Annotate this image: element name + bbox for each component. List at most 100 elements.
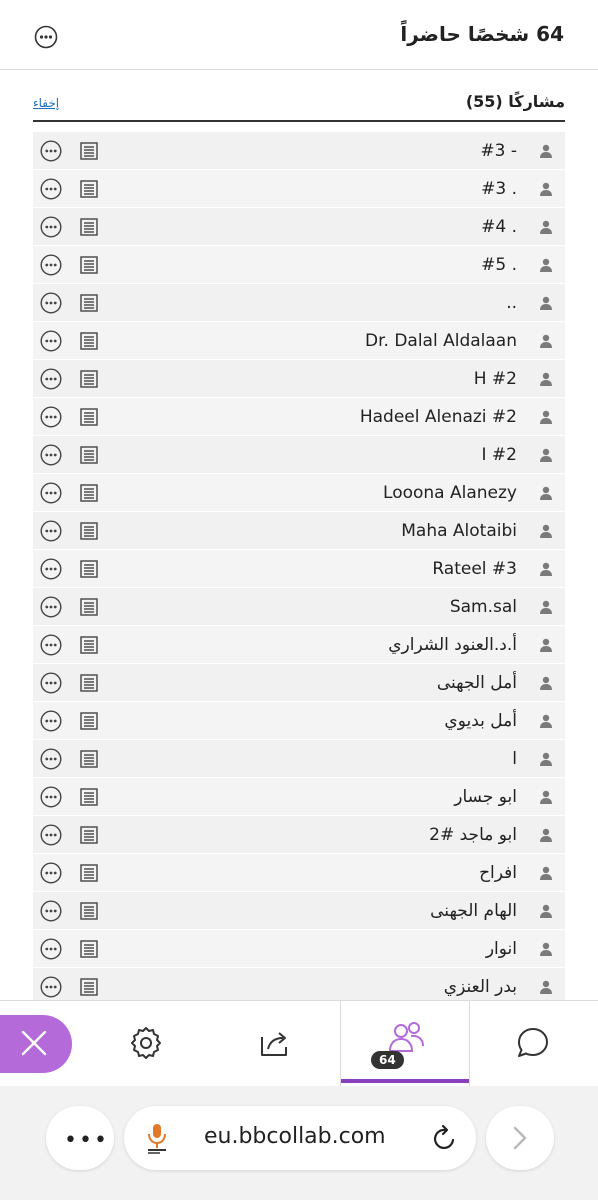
list-icon[interactable]	[80, 674, 98, 696]
share-content-button[interactable]	[256, 1025, 292, 1065]
list-icon[interactable]	[80, 750, 98, 772]
participant-row[interactable]: Sam.sal	[33, 588, 565, 626]
list-icon[interactable]	[80, 446, 98, 468]
participant-row[interactable]: Looona Alanezy	[33, 474, 565, 512]
participant-row[interactable]: #3 .	[33, 170, 565, 208]
participant-row[interactable]: #5 .	[33, 246, 565, 284]
participant-row[interactable]: #4 .	[33, 208, 565, 246]
list-icon[interactable]	[80, 332, 98, 354]
list-icon[interactable]	[80, 218, 98, 240]
participants-panel: 64 شخصًا حاضراً مشاركًا (55) إخفاء #3 - #…	[0, 0, 598, 1200]
participant-row[interactable]: ..	[33, 284, 565, 322]
participant-row[interactable]: I #2	[33, 436, 565, 474]
participant-more-icon[interactable]	[40, 178, 62, 204]
list-icon[interactable]	[80, 142, 98, 164]
list-icon[interactable]	[80, 598, 98, 620]
participant-name: أ.د.العنود الشراري	[388, 635, 517, 655]
header-more-button[interactable]	[34, 25, 58, 53]
list-icon[interactable]	[80, 978, 98, 1000]
settings-button[interactable]	[128, 1025, 164, 1065]
browser-menu-button[interactable]: •••	[46, 1106, 114, 1170]
participant-name: Sam.sal	[449, 597, 517, 617]
participants-count-heading: مشاركًا (55)	[465, 92, 565, 111]
participant-more-icon[interactable]	[40, 786, 62, 812]
address-bar[interactable]: eu.bbcollab.com	[124, 1106, 476, 1170]
participant-row[interactable]: #3 -	[33, 132, 565, 170]
participant-more-icon[interactable]	[40, 596, 62, 622]
share-icon	[261, 1032, 287, 1056]
participant-more-icon[interactable]	[40, 520, 62, 546]
participant-more-icon[interactable]	[40, 900, 62, 926]
panel-header: 64 شخصًا حاضراً	[0, 0, 598, 70]
user-icon	[538, 333, 554, 349]
user-icon	[538, 599, 554, 615]
participant-row[interactable]: أمل بديوي	[33, 702, 565, 740]
participant-row[interactable]: الهام الجهنى	[33, 892, 565, 930]
participant-more-icon[interactable]	[40, 330, 62, 356]
participant-row[interactable]: Maha Alotaibi	[33, 512, 565, 550]
participant-more-icon[interactable]	[40, 140, 62, 166]
participant-more-icon[interactable]	[40, 976, 62, 1002]
participant-name: #5 .	[481, 255, 517, 275]
browser-bar: ••• eu.bbcollab.com	[0, 1086, 598, 1200]
chat-button[interactable]	[515, 1025, 551, 1065]
participant-more-icon[interactable]	[40, 938, 62, 964]
participant-row[interactable]: ا	[33, 740, 565, 778]
list-icon[interactable]	[80, 484, 98, 506]
participant-more-icon[interactable]	[40, 254, 62, 280]
list-icon[interactable]	[80, 712, 98, 734]
list-icon[interactable]	[80, 522, 98, 544]
user-icon	[538, 751, 554, 767]
participant-more-icon[interactable]	[40, 748, 62, 774]
participant-name: انوار	[485, 939, 517, 959]
reload-icon[interactable]	[432, 1124, 458, 1152]
user-icon	[538, 789, 554, 805]
list-icon[interactable]	[80, 370, 98, 392]
participant-more-icon[interactable]	[40, 292, 62, 318]
participants-tab[interactable]: 64	[340, 1001, 470, 1087]
participant-more-icon[interactable]	[40, 862, 62, 888]
participant-more-icon[interactable]	[40, 558, 62, 584]
close-panel-button[interactable]	[0, 1015, 72, 1073]
participant-more-icon[interactable]	[40, 216, 62, 242]
participant-row[interactable]: Dr. Dalal Aldalaan	[33, 322, 565, 360]
participant-row[interactable]: أ.د.العنود الشراري	[33, 626, 565, 664]
participant-more-icon[interactable]	[40, 634, 62, 660]
list-icon[interactable]	[80, 864, 98, 886]
participant-row[interactable]: Hadeel Alenazi #2	[33, 398, 565, 436]
list-icon[interactable]	[80, 788, 98, 810]
list-icon[interactable]	[80, 636, 98, 658]
list-icon[interactable]	[80, 940, 98, 962]
participant-more-icon[interactable]	[40, 824, 62, 850]
participant-more-icon[interactable]	[40, 710, 62, 736]
participant-more-icon[interactable]	[40, 406, 62, 432]
participant-more-icon[interactable]	[40, 444, 62, 470]
list-icon[interactable]	[80, 560, 98, 582]
participant-row[interactable]: H #2	[33, 360, 565, 398]
list-icon[interactable]	[80, 826, 98, 848]
participant-more-icon[interactable]	[40, 672, 62, 698]
participant-more-icon[interactable]	[40, 368, 62, 394]
participant-row[interactable]: أمل الجهنى	[33, 664, 565, 702]
user-icon	[538, 903, 554, 919]
participant-row[interactable]: افراح	[33, 854, 565, 892]
active-tab-indicator	[341, 1079, 469, 1083]
microphone-icon	[148, 1124, 166, 1154]
browser-forward-button[interactable]	[486, 1106, 554, 1170]
participant-row[interactable]: Rateel #3	[33, 550, 565, 588]
list-icon[interactable]	[80, 294, 98, 316]
hide-participants-link[interactable]: إخفاء	[33, 96, 59, 110]
list-icon[interactable]	[80, 256, 98, 278]
participant-row[interactable]: انوار	[33, 930, 565, 968]
list-icon[interactable]	[80, 902, 98, 924]
list-icon[interactable]	[80, 180, 98, 202]
participant-name: #3 .	[481, 179, 517, 199]
participant-row[interactable]: ابو ماجد #2	[33, 816, 565, 854]
list-icon[interactable]	[80, 408, 98, 430]
participant-more-icon[interactable]	[40, 482, 62, 508]
participant-name: ابو جسار	[454, 787, 517, 807]
participant-name: الهام الجهنى	[430, 901, 517, 921]
participant-name: ا	[512, 749, 517, 769]
participant-row[interactable]: ابو جسار	[33, 778, 565, 816]
participant-name: أمل بديوي	[444, 711, 517, 731]
